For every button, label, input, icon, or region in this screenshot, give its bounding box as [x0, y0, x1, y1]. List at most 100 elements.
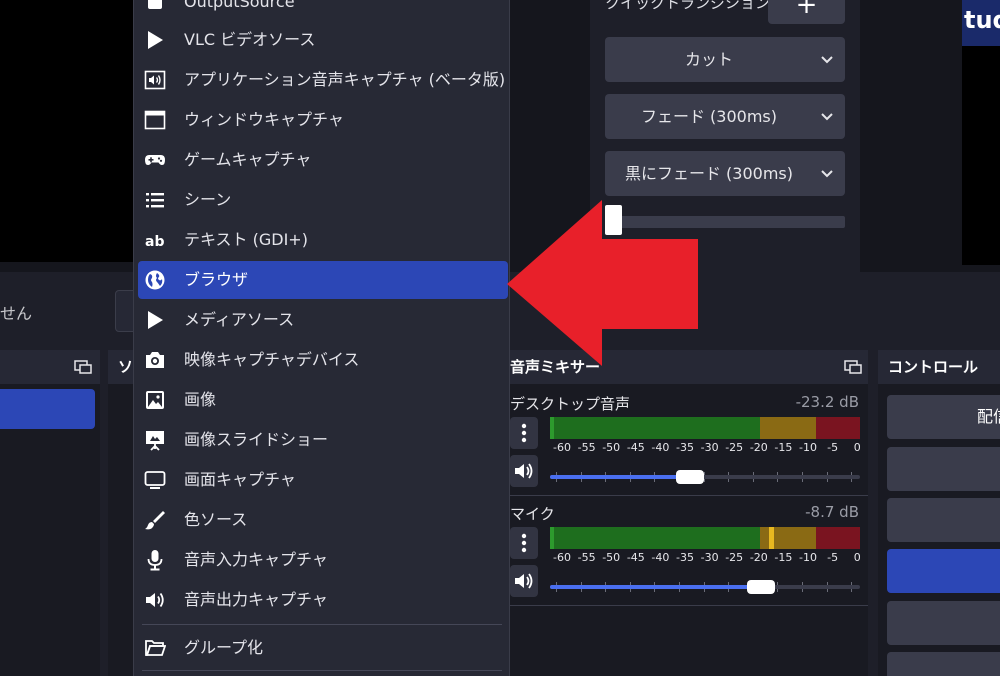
volume-fill [550, 475, 690, 479]
image-icon [146, 391, 164, 409]
menu-item-window-capture[interactable]: ウィンドウキャプチャ [134, 101, 511, 139]
virtual-camera-button[interactable] [887, 498, 1000, 542]
menu-item-label: メディアソース [184, 310, 295, 329]
menu-item-app-audio-capture[interactable]: アプリケーション音声キャプチャ (ベータ版) [134, 61, 511, 99]
globe-icon [145, 270, 165, 290]
add-quick-transition-button[interactable]: + [768, 0, 845, 24]
float-dock-icon[interactable] [74, 360, 92, 374]
chevron-down-icon [821, 56, 833, 64]
speaker-icon [515, 573, 533, 589]
settings-button[interactable] [887, 601, 1000, 645]
float-dock-icon[interactable] [844, 360, 862, 374]
menu-item-audio-output-capture[interactable]: 音声出力キャプチャ [134, 581, 511, 619]
volume-slider[interactable] [550, 580, 860, 594]
meter-scale-label: -10 [799, 441, 817, 454]
channel-menu-button[interactable] [510, 527, 538, 559]
play-icon [148, 311, 163, 329]
channel-menu-button[interactable] [510, 417, 538, 449]
menu-item-media-source[interactable]: メディアソース [134, 301, 511, 339]
transition-fade-black-select[interactable]: 黒にフェード (300ms) [605, 151, 845, 196]
meter-scale-label: -50 [602, 551, 621, 564]
menu-item-browser[interactable]: ブラウザ [138, 261, 508, 299]
menu-divider [142, 624, 502, 625]
menu-item-label: テキスト (GDI+) [184, 230, 308, 249]
brush-icon [145, 511, 165, 530]
transition-fade-select[interactable]: フェード (300ms) [605, 94, 845, 139]
slideshow-icon [146, 431, 164, 451]
studio-mode-button[interactable] [887, 549, 1000, 593]
channel-mute-button[interactable] [510, 565, 538, 597]
menu-item-display-capture[interactable]: 画面キャプチャ [134, 461, 511, 499]
menu-item-label: シーン [184, 190, 232, 209]
menu-item-group[interactable]: グループ化 [134, 629, 511, 667]
monitor-icon [144, 471, 166, 489]
menu-item-label: 画像 [184, 390, 217, 409]
audio-meter [550, 527, 860, 549]
microphone-icon [147, 550, 163, 571]
mixer-divider [510, 495, 868, 496]
menu-item-text-gdi[interactable]: ab テキスト (GDI+) [134, 221, 511, 259]
menu-item-video-capture-device[interactable]: 映像キャプチャデバイス [134, 341, 511, 379]
meter-scale-label: -30 [700, 441, 719, 454]
meter-scale-label: -45 [626, 551, 645, 564]
kebab-icon [521, 533, 527, 553]
menu-item-image-slideshow[interactable]: 画像スライドショー [134, 421, 511, 459]
status-text: せん [0, 304, 33, 323]
meter-scale-label: -20 [749, 441, 768, 454]
transition-cut-select[interactable]: カット [605, 37, 845, 82]
meter-scale: -60 -55 -50 -45 -40 -35 -30 -25 -20 -15 -10 -5 0 [550, 551, 865, 565]
menu-item-audio-input-capture[interactable]: 音声入力キャプチャ [134, 541, 511, 579]
menu-item-game-capture[interactable]: ゲームキャプチャ [134, 141, 511, 179]
start-streaming-button[interactable]: 配信 [887, 395, 1000, 439]
menu-item-color-source[interactable]: 色ソース [134, 501, 511, 539]
meter-scale-label: -25 [725, 551, 744, 564]
selected-scene-item[interactable] [0, 389, 95, 429]
meter-scale-label: -5 [827, 551, 839, 564]
menu-item-label: 音声出力キャプチャ [184, 590, 328, 609]
volume-handle[interactable] [746, 580, 775, 594]
volume-handle[interactable] [675, 470, 704, 484]
window-icon [144, 110, 166, 130]
meter-scale-label: -40 [651, 441, 670, 454]
start-recording-button[interactable] [887, 447, 1000, 491]
play-icon [148, 31, 163, 49]
kebab-icon [521, 423, 527, 443]
meter-scale-label: -30 [700, 551, 719, 564]
mixer-channel-mic: マイク -8.7 dB -60 -55 -50 -45 -40 -35 -30 -25 -20-… [510, 503, 868, 603]
meter-scale: -60 -55 -50 -45 -40 -35 -30 -25 -20 -15 -10 -5 0 [550, 441, 865, 455]
menu-item-label: 画像スライドショー [184, 430, 329, 449]
menu-item-label: VLC ビデオソース [184, 30, 316, 49]
start-streaming-label: 配信 [977, 407, 1000, 426]
channel-mute-button[interactable] [510, 455, 538, 487]
add-source-menu: OutputSource VLC ビデオソース アプリケーション音声キャプチャ … [133, 0, 510, 676]
menu-item-label: 画面キャプチャ [184, 470, 296, 489]
exit-button[interactable] [887, 652, 1000, 676]
meter-scale-label: -10 [799, 551, 817, 564]
meter-scale-label: -45 [626, 441, 645, 454]
channel-db-readout: -8.7 dB [805, 503, 859, 521]
scenes-dock-header [0, 350, 100, 384]
chevron-down-icon [821, 170, 833, 178]
controls-dock-header: コントロール [878, 350, 1000, 384]
meter-scale-label: -35 [676, 551, 694, 564]
output-source-icon [148, 0, 162, 9]
menu-item-output-source[interactable]: OutputSource [134, 0, 511, 21]
meter-scale-label: -20 [749, 551, 768, 564]
transition-fade-black-label: 黒にフェード (300ms) [624, 164, 794, 183]
meter-scale-label: -60 [553, 441, 571, 454]
volume-slider[interactable] [550, 470, 860, 484]
audio-meter [550, 417, 860, 439]
menu-item-label: アプリケーション音声キャプチャ (ベータ版) [184, 70, 506, 89]
meter-scale-label: -55 [577, 441, 596, 454]
menu-item-label: ゲームキャプチャ [184, 150, 312, 169]
menu-item-label: ウィンドウキャプチャ [184, 110, 344, 129]
transition-fade-label: フェード (300ms) [640, 107, 778, 126]
app-audio-icon [144, 70, 166, 90]
menu-item-vlc-video-source[interactable]: VLC ビデオソース [134, 21, 511, 59]
menu-item-scene[interactable]: シーン [134, 181, 511, 219]
meter-scale-label: -60 [553, 551, 571, 564]
camera-icon [146, 352, 164, 368]
menu-item-image[interactable]: 画像 [134, 381, 511, 419]
controls-dock-title: コントロール [888, 358, 979, 376]
menu-item-label: ブラウザ [184, 270, 249, 289]
